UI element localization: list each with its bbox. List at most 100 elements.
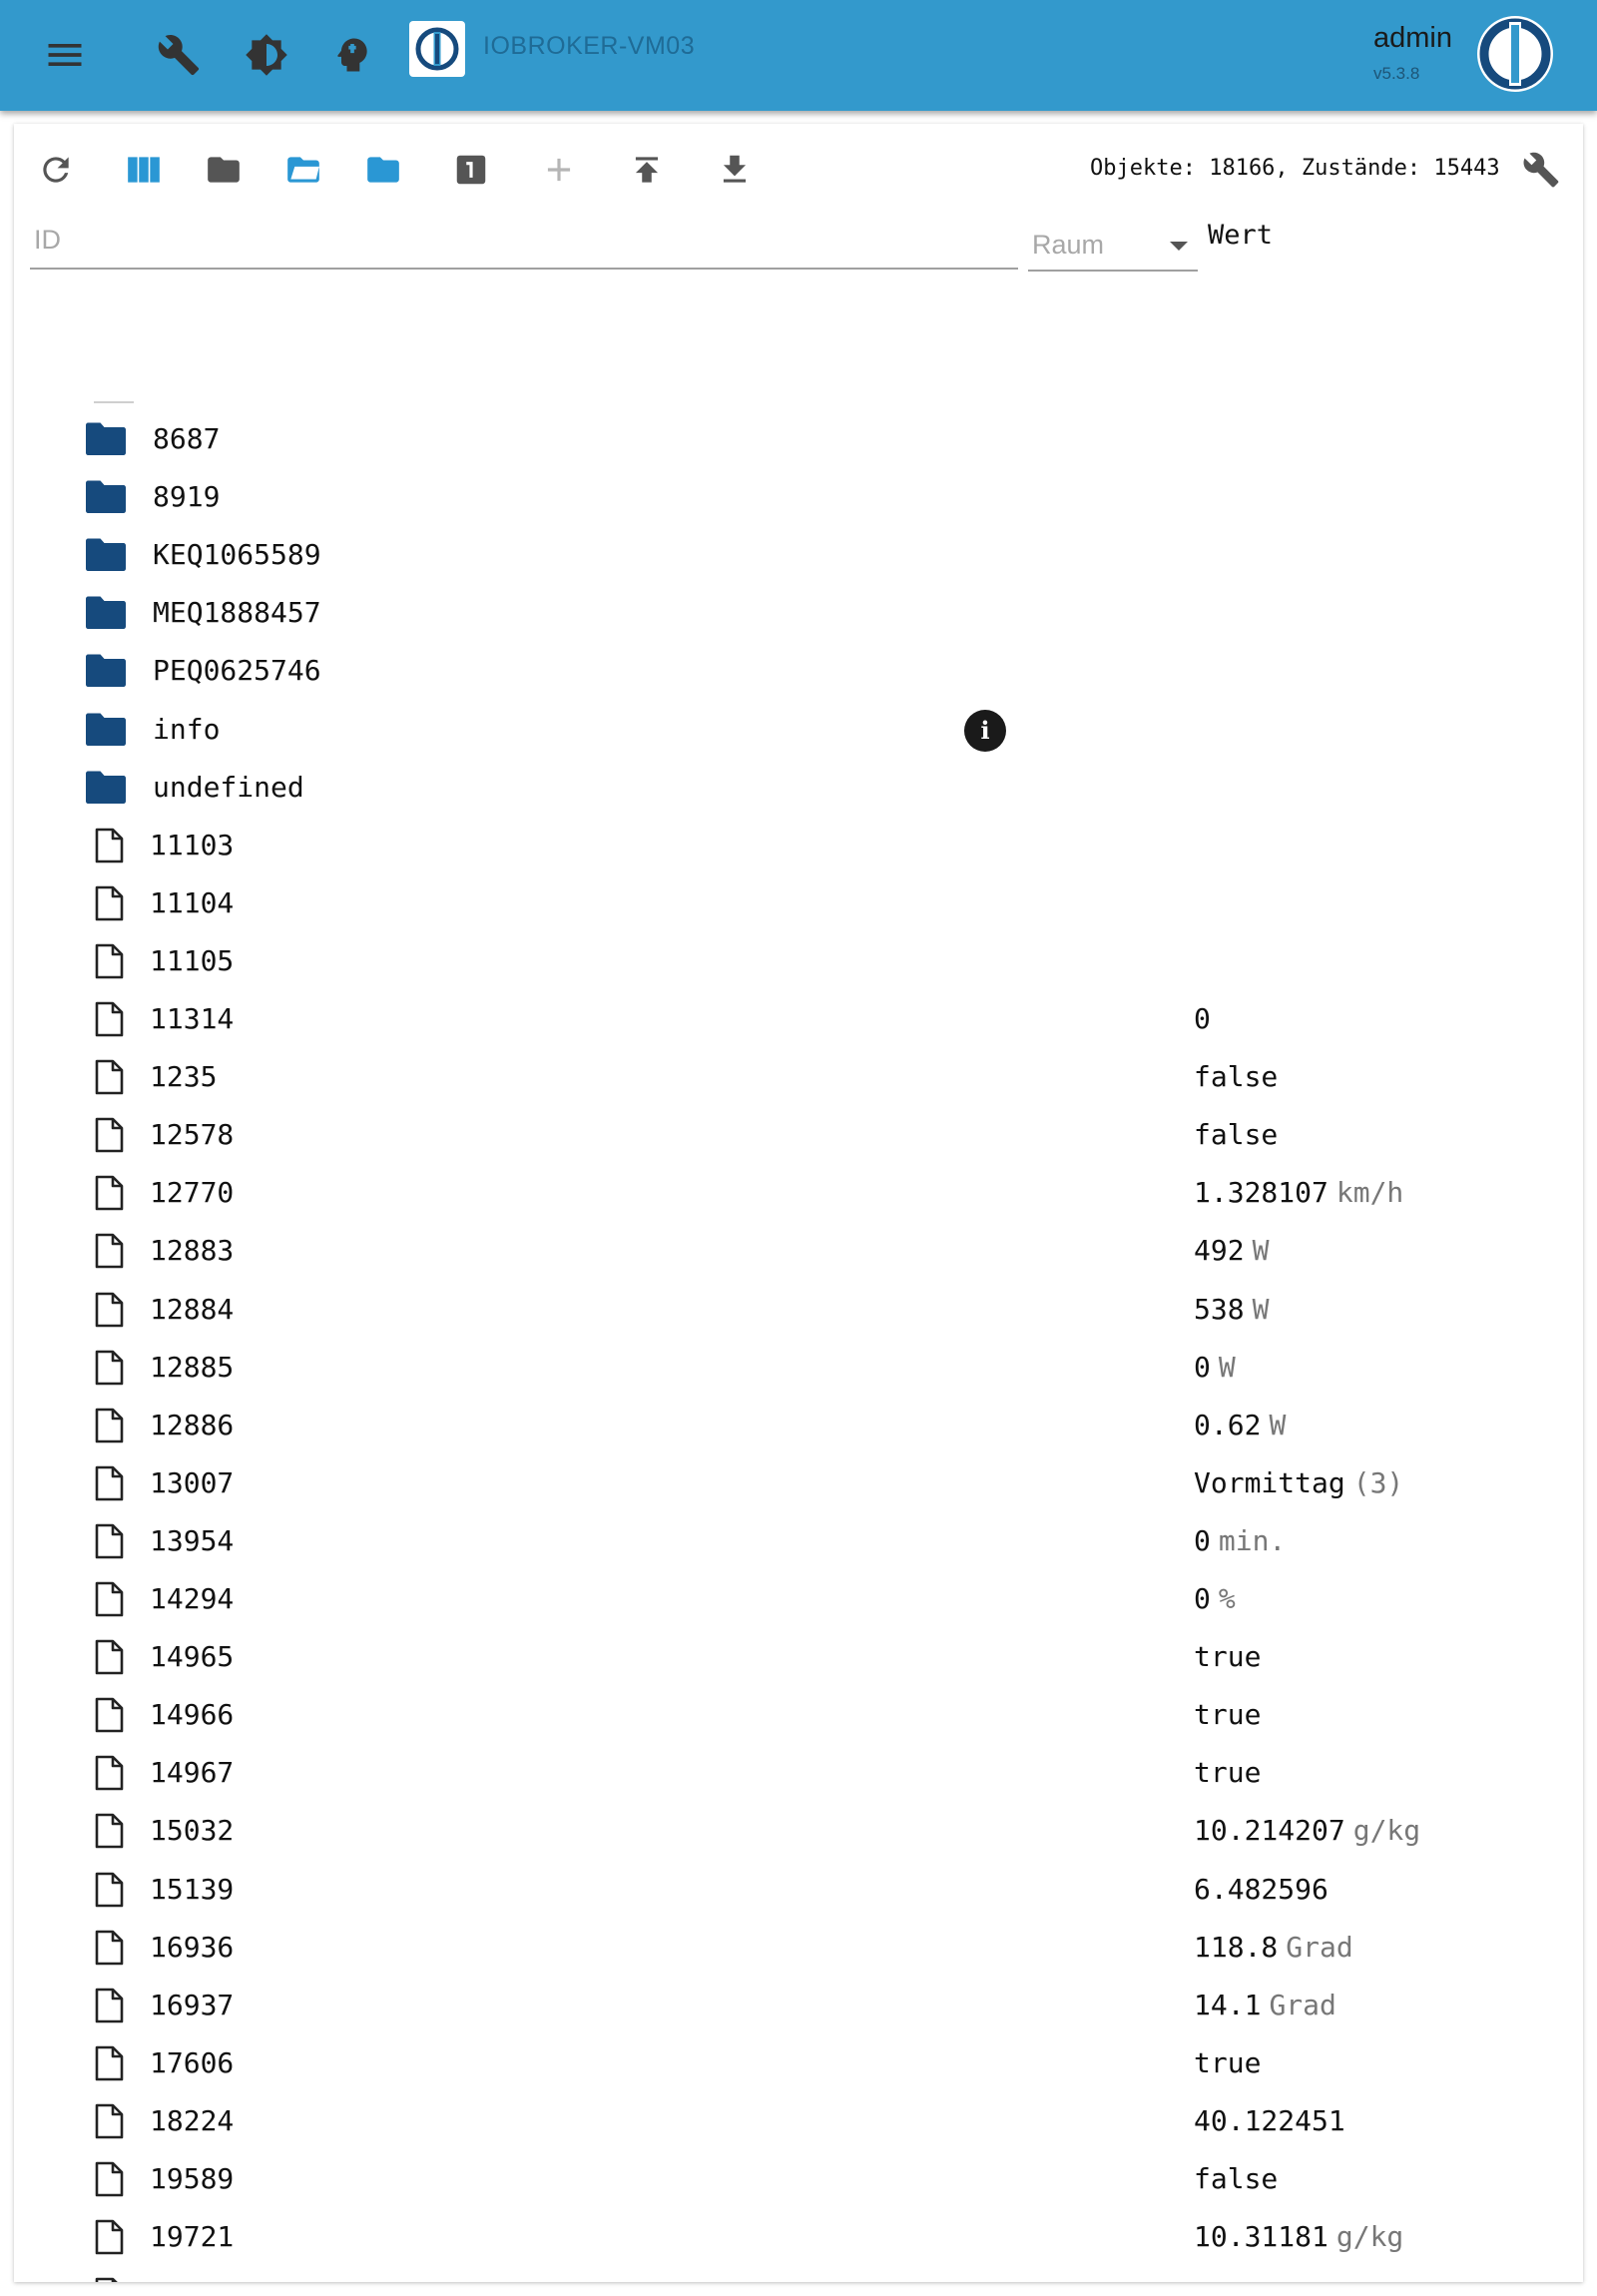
tree-state-row[interactable]: 19721 10.31181 g/kg [14, 2207, 1583, 2265]
tree-row-value[interactable]: 538 W [1194, 1293, 1269, 1326]
tree-row-value[interactable]: 0W [1194, 1351, 1236, 1384]
tree-row-id: 17606 [150, 2045, 235, 2079]
tree-state-row[interactable]: 12886 0.62 W [14, 1396, 1583, 1453]
tree-row-value[interactable]: 10.31181 g/kg [1194, 2220, 1403, 2253]
tree-row-value[interactable]: Vormittag (3) [1194, 1466, 1403, 1499]
tree-state-row[interactable]: 11314 0 [14, 989, 1583, 1047]
tree-row-value[interactable]: true [1194, 2046, 1261, 2079]
tree-row-value[interactable]: 10.214207 g/kg [1194, 1814, 1420, 1847]
tree-state-row[interactable]: 15139 6.482596 [14, 1860, 1583, 1918]
object-stats: Objekte: 18166, Zustände: 15443 [1090, 156, 1500, 181]
wrench-icon [1523, 152, 1559, 188]
tree-row-id: MEQ1888457 [153, 596, 321, 630]
tree-state-row[interactable]: 1235 false [14, 1047, 1583, 1105]
user-name[interactable]: admin [1373, 22, 1452, 55]
tree-state-row[interactable]: 13007 Vormittag (3) [14, 1453, 1583, 1511]
tree-folder-row[interactable]: MEQ1888457 [14, 583, 1583, 641]
tree-row-value[interactable]: false [1194, 1118, 1278, 1151]
tree-state-row[interactable]: 12770 1.328107 km/h [14, 1163, 1583, 1221]
tree-state-row[interactable]: 12883 492 W [14, 1221, 1583, 1279]
tree-row-value[interactable]: 6.482596 [1194, 1873, 1329, 1906]
user-avatar-icon[interactable] [1475, 14, 1555, 94]
tree-folder-row[interactable]: undefined [14, 758, 1583, 816]
add-object-button[interactable] [529, 140, 589, 200]
tree-row-value[interactable]: 0 min. [1194, 1524, 1286, 1557]
tree-row-id: 14966 [150, 1698, 235, 1732]
folder-icon [84, 537, 128, 573]
download-button[interactable] [705, 140, 765, 200]
tree-state-row[interactable]: 19589 false [14, 2149, 1583, 2207]
level-one-button[interactable] [441, 140, 501, 200]
tree-folder-row[interactable]: PEQ0625746 [14, 641, 1583, 699]
menu-button[interactable] [30, 20, 100, 90]
tree-row-value[interactable]: 118.8 Grad [1194, 1931, 1353, 1964]
refresh-button[interactable] [26, 140, 86, 200]
tree-state-row[interactable]: 12885 0 W [14, 1338, 1583, 1396]
tree-row-value[interactable]: 0% [1194, 1582, 1236, 1615]
value-text: 14.1 [1194, 1988, 1262, 2021]
tree-folder-row[interactable]: 8687 [14, 409, 1583, 467]
upload-button[interactable] [617, 140, 677, 200]
toolbar-settings-button[interactable] [1511, 140, 1571, 200]
tree-row-value[interactable]: true [1194, 1640, 1261, 1673]
folder-icon [84, 770, 128, 806]
tree-row-id: 14294 [150, 1582, 235, 1615]
tree-state-row[interactable]: 11105 [14, 931, 1583, 989]
tree-row-value[interactable]: true [1194, 1756, 1261, 1789]
tree-state-row[interactable]: 12578 false [14, 1105, 1583, 1163]
tree-folder-row[interactable]: KEQ1065589 [14, 525, 1583, 583]
tree-state-row[interactable]: 16936 118.8 Grad [14, 1918, 1583, 1976]
plus-icon [547, 158, 571, 182]
tree-state-row[interactable]: 14967 true [14, 1743, 1583, 1801]
tree-row-value[interactable]: 0 [1194, 1002, 1211, 1035]
wrench-icon [158, 35, 200, 76]
tree-row-value[interactable]: true [1194, 1698, 1261, 1731]
tree-state-row[interactable]: 14966 true [14, 1685, 1583, 1743]
tree-row-id: 1235 [150, 1060, 218, 1094]
value-text: 0 [1194, 1002, 1211, 1035]
objects-panel: Objekte: 18166, Zustände: 15443 Raum Wer… [14, 124, 1583, 2282]
tree-state-row[interactable]: 17606 true [14, 2033, 1583, 2091]
value-text: true [1194, 2045, 1262, 2079]
tree-row-value[interactable]: 14.1 Grad [1194, 1989, 1336, 2021]
room-filter-select[interactable]: Raum [1028, 220, 1198, 272]
tree-state-row[interactable]: 12884 538 W [14, 1280, 1583, 1338]
tree-folder-row[interactable]: 8919 [14, 467, 1583, 525]
tree-state-row[interactable]: 13954 0 min. [14, 1511, 1583, 1569]
tree-state-row[interactable]: 19722 true [14, 2265, 1583, 2282]
value-text: 0.62 [1194, 1408, 1262, 1441]
id-filter-input[interactable] [30, 212, 1018, 270]
tree-row-value[interactable]: 1.328107 km/h [1194, 1176, 1403, 1209]
file-icon [88, 1117, 132, 1153]
tree-state-row[interactable]: 15032 10.214207 g/kg [14, 1801, 1583, 1859]
tree-state-row[interactable]: 18224 40.122451 [14, 2091, 1583, 2149]
expert-mode-button[interactable] [317, 20, 387, 90]
tree-row-id: 8919 [153, 480, 221, 514]
tree-row-value[interactable]: 492 W [1194, 1234, 1269, 1267]
tree-row-value[interactable]: false [1194, 1060, 1278, 1093]
tree-row-value[interactable]: true [1194, 2278, 1261, 2282]
settings-button[interactable] [144, 20, 214, 90]
tree-row-value[interactable]: 0.62 W [1194, 1409, 1286, 1441]
value-text: 1.328107 [1194, 1176, 1329, 1210]
tree-row-value[interactable]: false [1194, 2162, 1278, 2195]
tree-state-row[interactable]: 11103 [14, 816, 1583, 873]
theme-button[interactable] [232, 20, 301, 90]
tree-row-id: PEQ0625746 [153, 654, 321, 688]
tree-row-id: 12578 [150, 1118, 235, 1152]
tree-row-id: info [153, 712, 221, 746]
file-icon [88, 1930, 132, 1966]
value-unit: Grad [1269, 1988, 1336, 2021]
tree-state-row[interactable]: 16937 14.1 Grad [14, 1976, 1583, 2033]
tree-folder-row[interactable]: info i [14, 700, 1583, 758]
expand-folders-button[interactable] [273, 140, 333, 200]
collapse-folders-button[interactable] [194, 140, 254, 200]
columns-button[interactable] [114, 140, 174, 200]
tree-state-row[interactable]: 14294 0% [14, 1569, 1583, 1627]
tree-state-row[interactable]: 11104 [14, 873, 1583, 931]
tree-row-value[interactable]: 40.122451 [1194, 2104, 1345, 2137]
info-icon[interactable]: i [964, 709, 1006, 752]
value-text: 40.122451 [1194, 2103, 1345, 2137]
expand-one-level-button[interactable] [353, 140, 413, 200]
tree-state-row[interactable]: 14965 true [14, 1627, 1583, 1685]
